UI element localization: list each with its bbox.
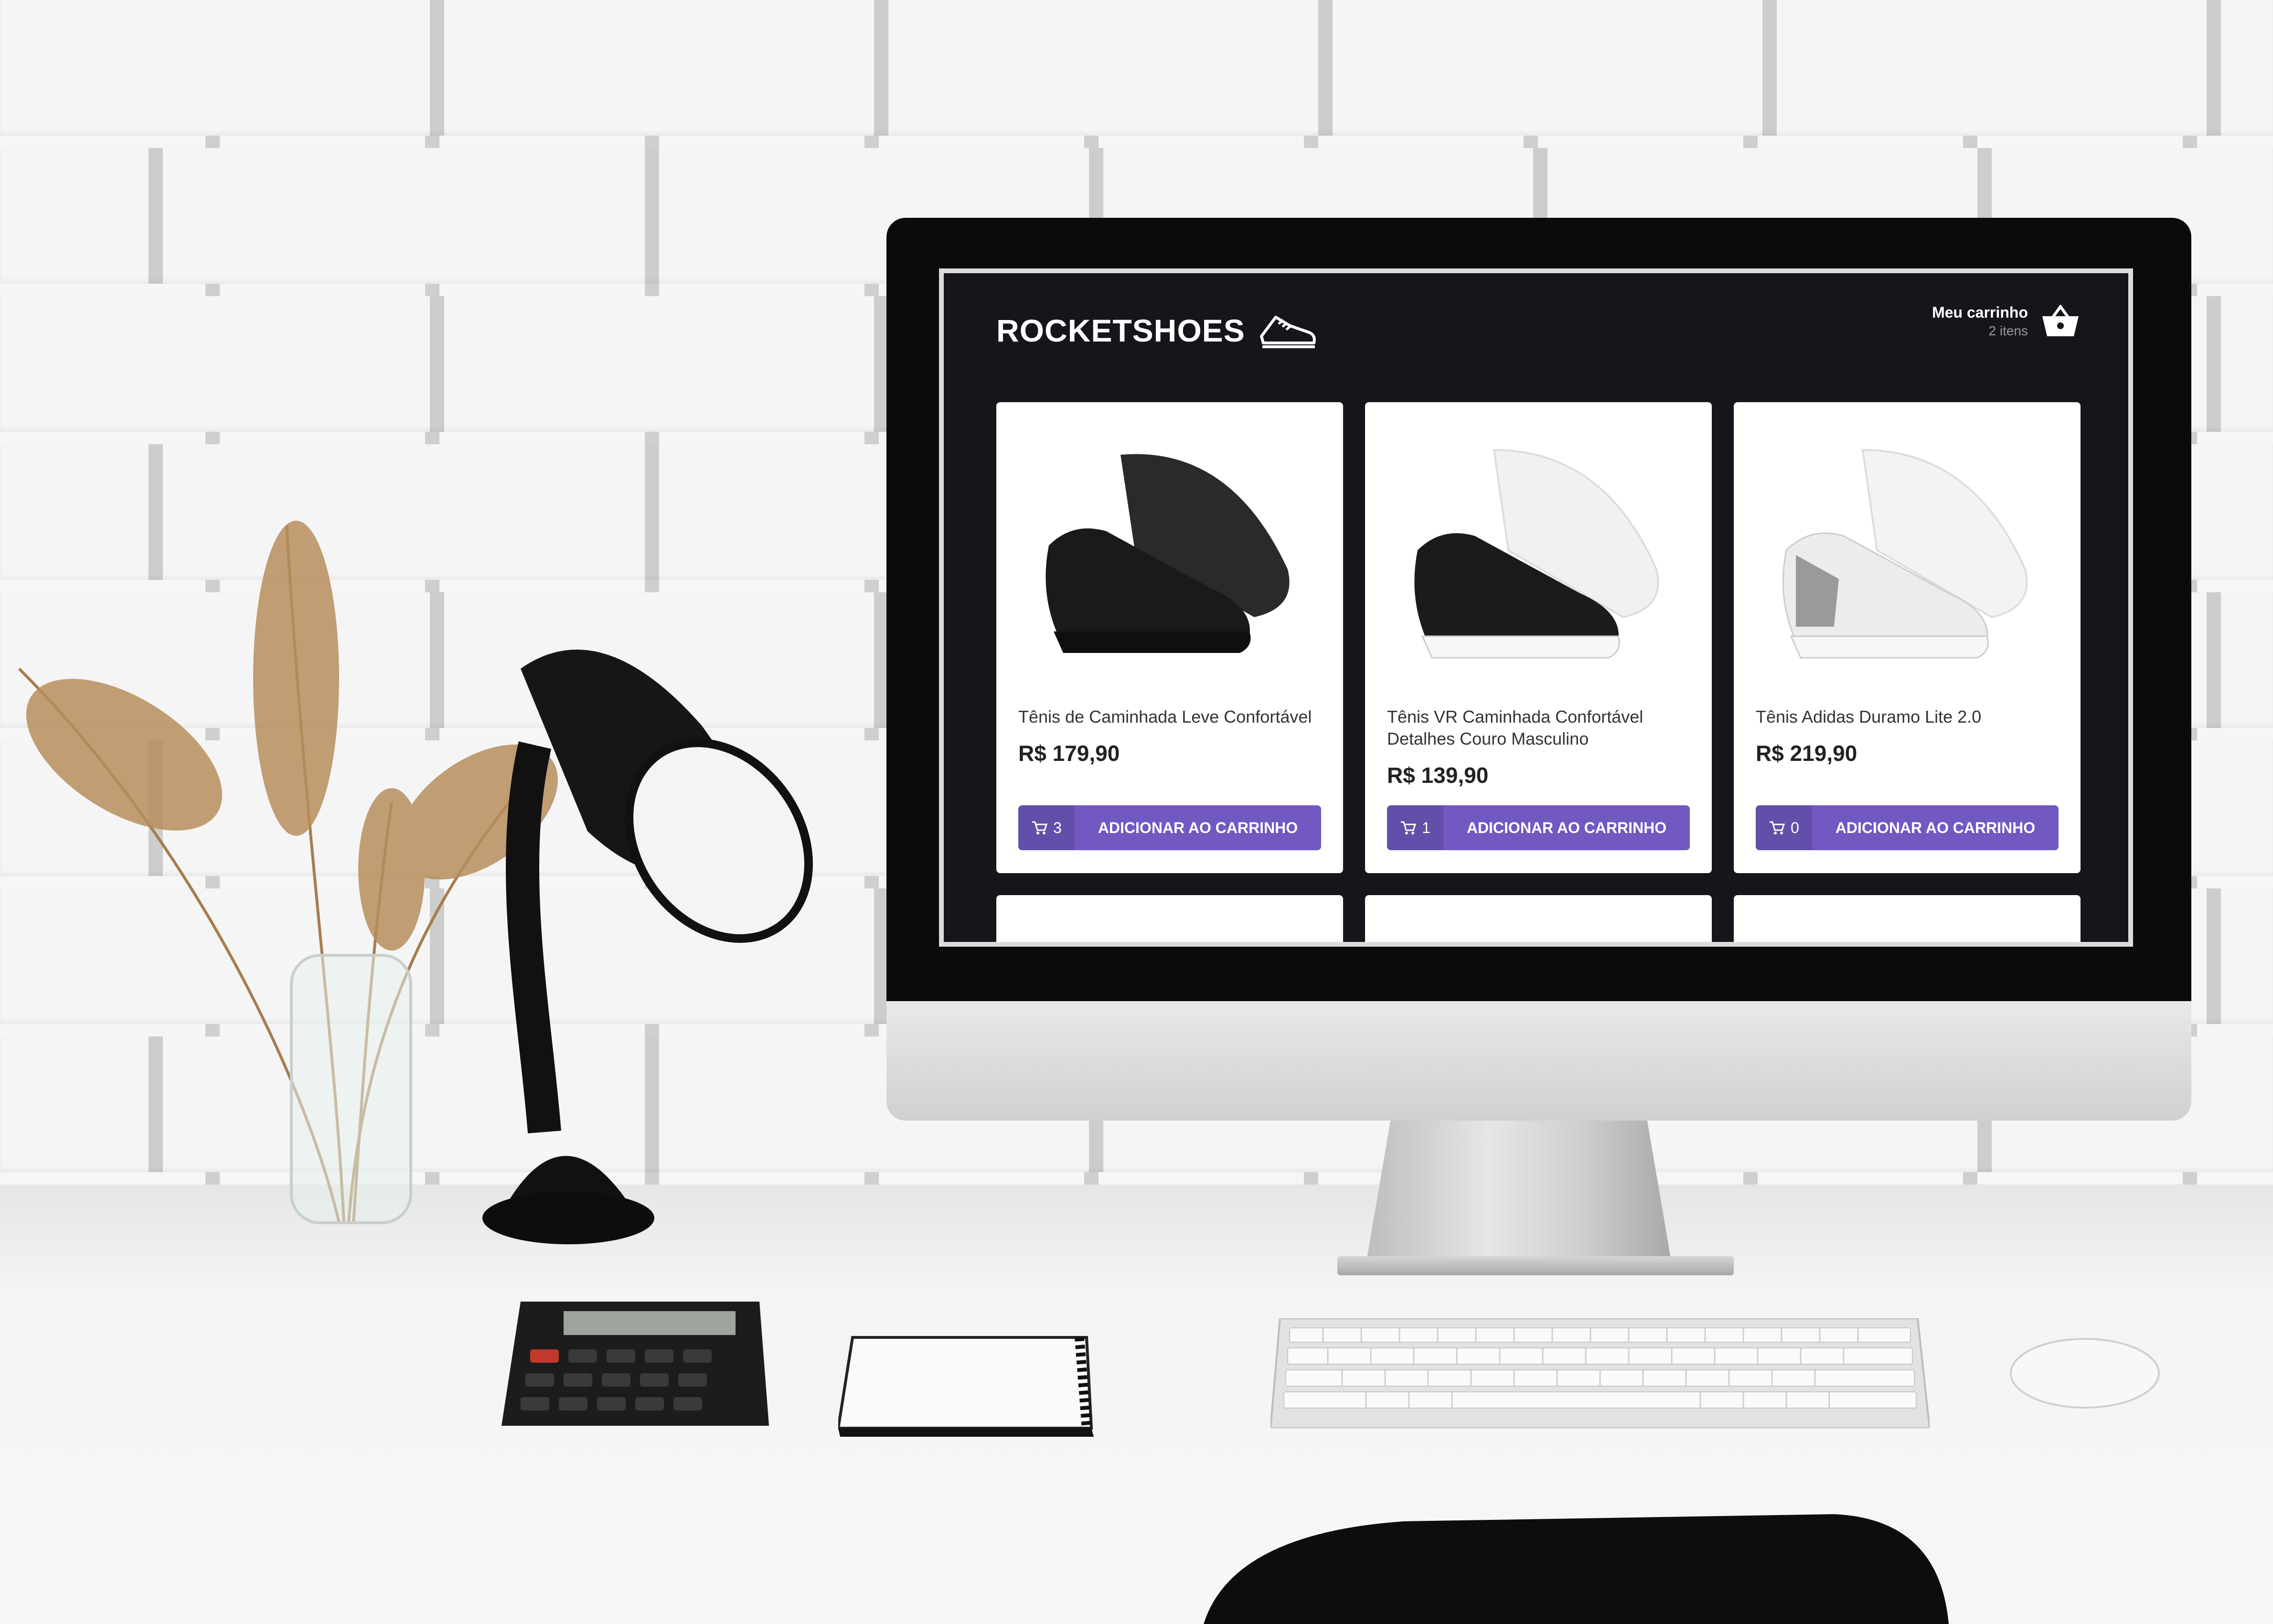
monitor-chin bbox=[886, 1001, 2191, 1121]
product-name: Tênis Adidas Duramo Lite 2.0 bbox=[1756, 707, 1982, 727]
cart-link[interactable]: Meu carrinho 2 itens bbox=[1932, 304, 2081, 339]
cart-title: Meu carrinho bbox=[1932, 304, 2028, 321]
product-price: R$ 219,90 bbox=[1756, 741, 1857, 766]
storefront-screen: ROCKETSHOES Meu carrinho 2 itens Tênis d… bbox=[939, 268, 2133, 947]
sneaker-icon bbox=[1259, 316, 1316, 348]
add-to-cart-label: ADICIONAR AO CARRINHO bbox=[1835, 819, 2036, 836]
store-logo[interactable]: ROCKETSHOES bbox=[996, 308, 1319, 353]
product-name: Tênis VR Caminhada Confortável Detalhes … bbox=[1387, 707, 1643, 748]
calculator bbox=[502, 1302, 769, 1426]
shopping-basket-icon bbox=[2042, 304, 2079, 336]
add-shopping-cart-icon bbox=[1770, 821, 1785, 834]
quantity-value: 3 bbox=[1053, 819, 1062, 836]
add-to-cart-button[interactable]: 3 ADICIONAR AO CARRINHO bbox=[1018, 805, 1321, 850]
cart-quantity: 1 bbox=[1387, 805, 1443, 850]
quantity-value: 0 bbox=[1791, 819, 1799, 836]
shoe-image bbox=[1782, 449, 2028, 659]
product-card: Tênis VR Caminhada Confortável Detalhes … bbox=[1365, 402, 1712, 873]
store-logo-text: ROCKETSHOES bbox=[996, 313, 1245, 348]
cart-quantity: 3 bbox=[1018, 805, 1075, 850]
shoe-image bbox=[1046, 454, 1290, 653]
product-card-partial bbox=[996, 895, 1343, 942]
product-card: Tênis de Caminhada Leve Confortável R$ 1… bbox=[996, 402, 1343, 873]
add-shopping-cart-icon bbox=[1032, 821, 1048, 834]
cart-count: 2 itens bbox=[1988, 323, 2028, 338]
add-to-cart-label: ADICIONAR AO CARRINHO bbox=[1466, 819, 1667, 836]
product-card: Tênis Adidas Duramo Lite 2.0 R$ 219,90 0… bbox=[1734, 402, 2081, 873]
quantity-value: 1 bbox=[1422, 819, 1430, 836]
desk-lamp bbox=[482, 650, 813, 1244]
chair-back bbox=[1204, 1514, 1949, 1624]
monitor-stand bbox=[1366, 1121, 1672, 1264]
add-shopping-cart-icon bbox=[1401, 821, 1417, 834]
spiral-notebook bbox=[838, 1336, 1094, 1437]
add-to-cart-button[interactable]: 1 ADICIONAR AO CARRINHO bbox=[1387, 805, 1690, 850]
cart-quantity: 0 bbox=[1756, 805, 1812, 850]
product-grid: Tênis de Caminhada Leve Confortável R$ 1… bbox=[996, 402, 2085, 942]
add-to-cart-label: ADICIONAR AO CARRINHO bbox=[1098, 819, 1298, 836]
shoe-image bbox=[1414, 449, 1659, 659]
keyboard bbox=[1270, 1318, 1930, 1428]
product-price: R$ 139,90 bbox=[1387, 763, 1489, 788]
product-price: R$ 179,90 bbox=[1018, 741, 1120, 766]
cart-info: Meu carrinho 2 itens bbox=[1932, 304, 2028, 339]
product-card-partial bbox=[1365, 895, 1712, 942]
product-card-partial bbox=[1734, 895, 2081, 942]
mouse bbox=[2010, 1338, 2160, 1409]
product-name: Tênis de Caminhada Leve Confortável bbox=[1018, 707, 1312, 727]
monitor-stand-base bbox=[1337, 1256, 1734, 1275]
add-to-cart-button[interactable]: 0 ADICIONAR AO CARRINHO bbox=[1756, 805, 2059, 850]
